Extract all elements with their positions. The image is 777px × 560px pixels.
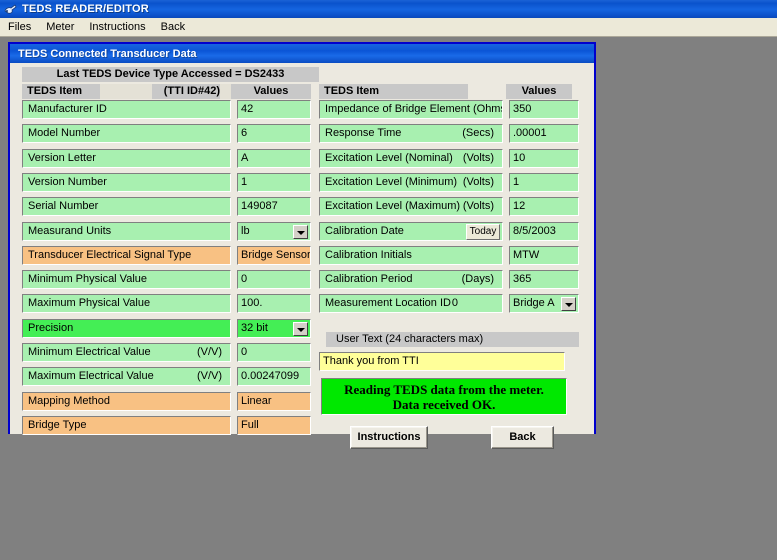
left-row-label: Minimum Electrical Value (V/V) [22, 343, 231, 362]
menu-item-back[interactable]: Back [154, 19, 192, 35]
left-row-label: Measurand Units [22, 221, 231, 241]
menu-item-instructions[interactable]: Instructions [82, 19, 152, 35]
left-row-value[interactable]: A [237, 148, 311, 168]
left-row-label: Transducer Electrical Signal Type [22, 245, 231, 265]
user-text-header: User Text (24 characters max) [326, 332, 579, 347]
measurement-location-id-number: 0 [451, 297, 458, 310]
menu-item-meter[interactable]: Meter [39, 19, 81, 35]
left-row-label: Version Number [22, 172, 231, 192]
right-row-value[interactable]: .00001 [509, 124, 579, 144]
right-row-unit: (Volts) [462, 200, 494, 213]
child-title-bar: TEDS Connected Transducer Data [10, 44, 594, 63]
left-row-label: Version Letter [22, 148, 231, 168]
right-row-value[interactable]: 365 [509, 270, 579, 290]
right-row-unit: (Volts) [462, 175, 494, 188]
right-row-value[interactable]: 10 [509, 148, 579, 168]
status-line-2: Data received OK. [392, 396, 496, 412]
back-button[interactable]: Back [491, 426, 554, 449]
left-row-label: Maximum Electrical Value (V/V) [22, 367, 231, 387]
right-row-value[interactable]: MTW [509, 245, 579, 265]
right-row-unit: (Days) [461, 273, 494, 286]
left-row-value[interactable]: 100. [237, 294, 311, 314]
child-window-body: Last TEDS Device Type Accessed = DS2433 … [10, 63, 594, 449]
left-header-values: Values [231, 84, 311, 99]
right-header-teds-item: TEDS Item [319, 84, 468, 99]
application-window: TEDS READER/EDITOR Files Meter Instructi… [0, 0, 777, 37]
menu-bar: Files Meter Instructions Back [0, 18, 777, 37]
right-row-value[interactable]: 350 [509, 100, 579, 119]
title-bar: TEDS READER/EDITOR [0, 0, 777, 18]
instructions-button[interactable]: Instructions [350, 426, 428, 449]
left-row-label: Serial Number [22, 197, 231, 217]
right-row-label: Excitation Level (Maximum) (Volts) [319, 197, 503, 217]
status-line-1: Reading TEDS data from the meter. [344, 381, 544, 397]
left-row-unit: (V/V) [196, 370, 222, 383]
left-row-value[interactable]: 32 bit [237, 318, 311, 338]
teds-transducer-data-window: TEDS Connected Transducer Data Last TEDS… [8, 42, 596, 449]
child-window-title: TEDS Connected Transducer Data [18, 47, 197, 60]
right-row-label: Calibration Date Today [319, 221, 503, 241]
right-header-values: Values [506, 84, 572, 99]
left-row-value[interactable]: 149087 [237, 197, 311, 217]
left-row-value[interactable]: 6 [237, 124, 311, 144]
chevron-down-icon[interactable] [293, 321, 308, 336]
left-row-label: Maximum Physical Value [22, 294, 231, 314]
right-row-label: Measurement Location ID 0 [319, 294, 503, 314]
left-row-value[interactable]: Full [237, 415, 311, 435]
left-header-teds-item: TEDS Item [22, 84, 105, 99]
right-row-label: Excitation Level (Nominal) (Volts) [319, 148, 503, 168]
left-row-value[interactable]: Linear [237, 391, 311, 411]
app-icon [3, 2, 18, 16]
left-header-gap [220, 84, 231, 99]
right-row-label: Impedance of Bridge Element (Ohms) [319, 100, 503, 119]
right-row-value[interactable]: 8/5/2003 [509, 221, 579, 241]
right-row-unit: (Volts) [462, 151, 494, 164]
app-title: TEDS READER/EDITOR [22, 3, 149, 15]
left-row-value[interactable]: 0.00247099 [237, 367, 311, 387]
left-row-label: Model Number [22, 124, 231, 144]
left-row-value[interactable]: 0 [237, 270, 311, 290]
left-row-label: Minimum Physical Value [22, 270, 231, 290]
right-row-label: Excitation Level (Minimum) (Volts) [319, 172, 503, 192]
left-row-value[interactable]: 0 [237, 343, 311, 362]
left-row-unit: (V/V) [196, 346, 222, 358]
left-row-label: Bridge Type [22, 415, 231, 435]
left-row-value[interactable]: 42 [237, 100, 311, 119]
left-row-value[interactable]: lb [237, 221, 311, 241]
right-row-unit: (Secs) [462, 127, 494, 140]
left-header-spacer [100, 84, 152, 99]
chevron-down-icon[interactable] [561, 297, 576, 312]
right-row-label: Response Time (Secs) [319, 124, 503, 144]
left-header-tti-id: (TTI ID#42) [152, 84, 226, 99]
menu-item-files[interactable]: Files [1, 19, 38, 35]
right-row-label: Calibration Period (Days) [319, 270, 503, 290]
left-row-label: Mapping Method [22, 391, 231, 411]
chevron-down-icon[interactable] [293, 224, 308, 239]
right-row-value[interactable]: 1 [509, 172, 579, 192]
right-row-value[interactable]: Bridge A [509, 294, 579, 314]
right-row-label: Calibration Initials [319, 245, 503, 265]
left-row-value[interactable]: Bridge Sensor [237, 245, 311, 265]
right-row-value[interactable]: 12 [509, 197, 579, 217]
left-row-label: Manufacturer ID [22, 100, 231, 119]
today-button[interactable]: Today [466, 223, 500, 240]
left-row-label: Precision [22, 318, 231, 338]
left-row-value[interactable]: 1 [237, 172, 311, 192]
device-type-banner: Last TEDS Device Type Accessed = DS2433 [22, 67, 319, 82]
user-text-input[interactable]: Thank you from TTI [319, 352, 565, 371]
status-message-box: Reading TEDS data from the meter. Data r… [321, 378, 567, 415]
